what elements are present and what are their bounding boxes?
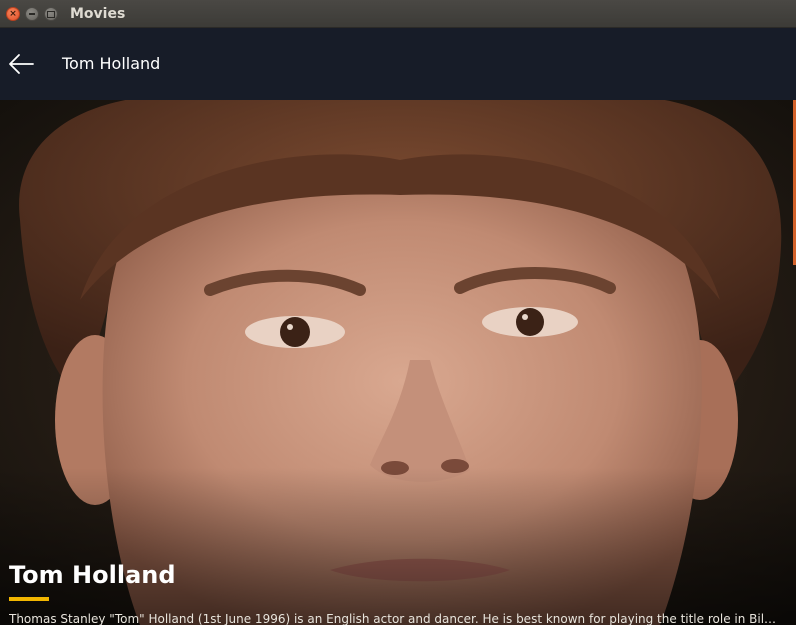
page-title: Tom Holland [62,54,161,73]
arrow-left-icon [9,54,34,74]
person-name: Tom Holland [9,561,176,589]
person-bio: Thomas Stanley "Tom" Holland (1st June 1… [9,612,779,625]
window-minimize-button[interactable] [25,7,39,21]
portrait-image [0,100,796,625]
window-titlebar: × Movies [0,0,796,28]
app-window: × Movies Tom Holland Tom Holland Thomas … [0,0,796,625]
window-title: Movies [70,6,126,22]
back-button[interactable] [4,48,38,80]
name-underline [9,597,49,601]
app-header: Tom Holland [0,28,796,100]
person-photo [0,100,796,625]
window-close-button[interactable]: × [6,7,20,21]
window-maximize-button[interactable] [44,7,58,21]
